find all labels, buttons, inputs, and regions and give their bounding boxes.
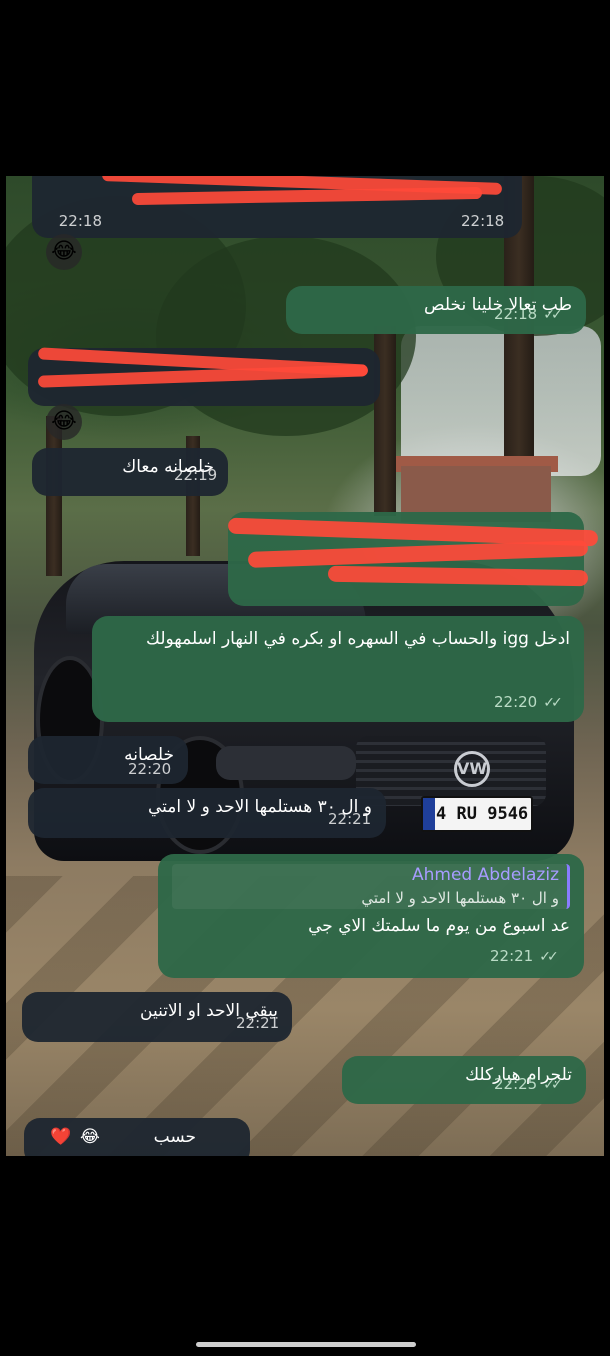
message-text: حسب bbox=[153, 1127, 196, 1147]
reply-text: و ال ٣٠ هستلمها الاحد و لا امتي bbox=[361, 888, 559, 907]
message-bubble-incoming[interactable]: خلصانه 22:20 bbox=[28, 736, 188, 784]
read-ticks-icon: ✓✓ bbox=[543, 695, 563, 712]
redaction-scribble bbox=[327, 565, 589, 587]
message-time: 22:18 bbox=[494, 305, 538, 324]
message-bubble-outgoing[interactable]: تلجرام هباركلك 22:25 ✓✓ bbox=[342, 1056, 586, 1104]
message-bubble-outgoing[interactable]: ادخل igg والحساب في السهره او بكره في ال… bbox=[92, 616, 584, 722]
message-time: 22:21 bbox=[236, 1014, 280, 1032]
laugh-emoji-icon: 😂 bbox=[80, 1127, 100, 1147]
message-bubble-incoming[interactable]: حسب ❤️ 😂 bbox=[24, 1118, 250, 1156]
laugh-emoji-icon: 😂 bbox=[46, 404, 82, 440]
message-text: عد اسبوع من يوم ما سلمتك الاي جي bbox=[308, 915, 570, 936]
message-bubble-outgoing[interactable]: Ahmed Abdelaziz و ال ٣٠ هستلمها الاحد و … bbox=[158, 854, 584, 978]
chat-background: VW 34 RU 9546 22:18 22:18 😂 طب تعالا خلي… bbox=[6, 176, 604, 1156]
message-meta: 22:21 ✓✓ bbox=[490, 946, 559, 968]
read-ticks-icon: ✓✓ bbox=[539, 949, 559, 966]
message-meta: 22:25 ✓✓ bbox=[494, 1074, 563, 1096]
message-text: ادخل igg والحساب في السهره او بكره في ال… bbox=[146, 629, 570, 649]
redaction-scribble bbox=[131, 186, 483, 206]
message-time: 22:18 bbox=[58, 212, 102, 230]
message-bubble-incoming[interactable]: 22:18 bbox=[32, 176, 522, 238]
message-bubble-incoming[interactable]: و ال ٣٠ هستلمها الاحد و لا امتي 22:21 bbox=[28, 788, 386, 838]
read-ticks-icon: ✓✓ bbox=[543, 1077, 563, 1094]
home-indicator[interactable] bbox=[196, 1342, 416, 1347]
car-headlight bbox=[216, 746, 356, 780]
message-meta: 22:18 ✓✓ bbox=[494, 304, 563, 326]
message-bubble-incoming[interactable]: خلصانه معاك 22:19 bbox=[32, 448, 228, 496]
read-ticks-icon: ✓✓ bbox=[543, 307, 563, 324]
message-meta: 22:20 ✓✓ bbox=[494, 692, 563, 714]
message-bubble-incoming[interactable] bbox=[28, 347, 380, 406]
reply-quote[interactable]: Ahmed Abdelaziz و ال ٣٠ هستلمها الاحد و … bbox=[172, 864, 570, 909]
reply-author: Ahmed Abdelaziz bbox=[412, 865, 559, 885]
message-time: 22:20 bbox=[128, 760, 172, 778]
message-time: 22:20 bbox=[494, 693, 538, 712]
heart-emoji-icon: ❤️ bbox=[50, 1127, 72, 1147]
message-time: 22:21 bbox=[328, 810, 372, 828]
tree-trunk bbox=[46, 416, 62, 576]
message-bubble-outgoing[interactable] bbox=[227, 512, 599, 606]
eu-strip bbox=[423, 798, 435, 830]
message-bubble-incoming[interactable]: يبقي الاحد او الاتنين 22:21 bbox=[22, 992, 292, 1042]
laugh-emoji-icon: 😂 bbox=[46, 234, 82, 270]
message-time: 22:19 bbox=[174, 466, 218, 484]
message-time: 22:25 bbox=[494, 1075, 538, 1094]
redaction-scribble bbox=[247, 540, 589, 568]
message-time: 22:21 bbox=[490, 947, 534, 966]
message-bubble-outgoing[interactable]: طب تعالا خلينا نخلص 22:18 ✓✓ bbox=[286, 286, 586, 334]
